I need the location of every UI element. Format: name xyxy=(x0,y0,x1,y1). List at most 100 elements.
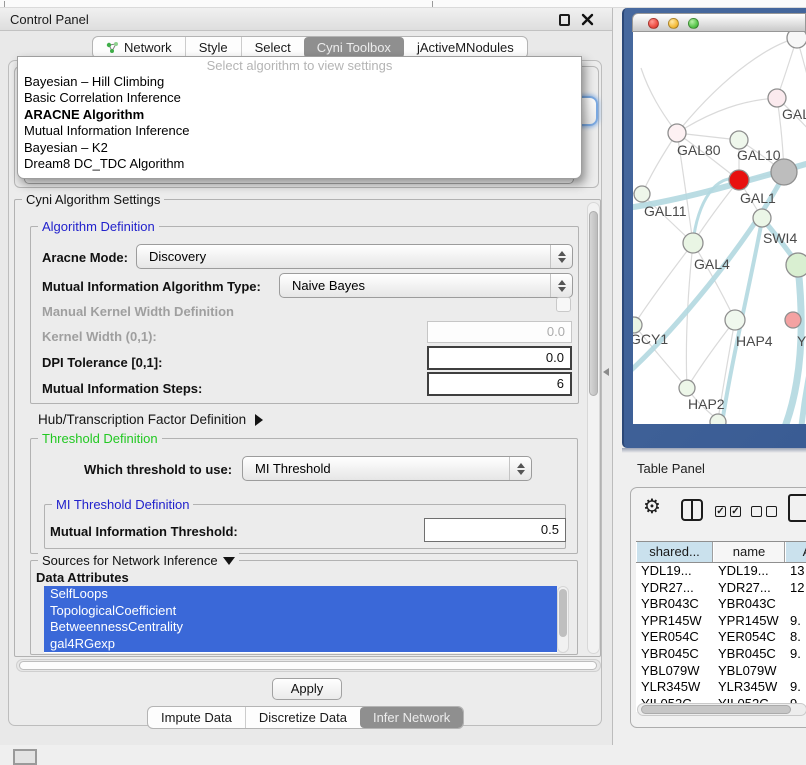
mi-threshold-definition-title: MI Threshold Definition xyxy=(52,497,193,512)
sources-group-title[interactable]: Sources for Network Inference xyxy=(38,553,239,568)
document-icon[interactable] xyxy=(788,494,806,522)
dpi-tolerance-field[interactable]: 0.0 xyxy=(427,346,572,370)
table-cell: YDL19... xyxy=(636,563,713,580)
table-row[interactable]: YBR043CYBR043C xyxy=(636,596,806,613)
bottom-left-grip-icon[interactable] xyxy=(13,749,37,765)
tab-infer-network[interactable]: Infer Network xyxy=(360,707,463,728)
select-all-checkboxes-icon[interactable]: ✓✓ xyxy=(715,506,741,517)
table-cell: YPR145W xyxy=(636,613,713,630)
data-attributes-list[interactable]: SelfLoopsTopologicalCoefficientBetweenne… xyxy=(44,586,557,653)
algorithm-dropdown-popup: Select algorithm to view settings Bayesi… xyxy=(17,56,582,179)
tab-network[interactable]: Network xyxy=(93,37,185,58)
tab-select[interactable]: Select xyxy=(241,37,304,58)
tab-label: Network xyxy=(124,40,172,55)
network-node-gal80[interactable] xyxy=(668,124,686,142)
float-window-icon[interactable] xyxy=(559,14,570,26)
top-edge-strip xyxy=(0,0,806,8)
settings-vertical-scrollbar[interactable] xyxy=(587,202,600,654)
network-node[interactable] xyxy=(786,253,806,277)
mi-algorithm-type-combo[interactable]: Naive Bayes xyxy=(279,273,573,298)
tab-cyni-toolbox[interactable]: Cyni Toolbox xyxy=(304,37,404,58)
algorithm-option-dream8-dc-tdc-algorithm[interactable]: Dream8 DC_TDC Algorithm xyxy=(18,156,581,172)
network-node-gal1[interactable] xyxy=(729,170,749,190)
zoom-traffic-light-icon[interactable] xyxy=(688,18,699,29)
algorithm-option-basic-correlation-inference[interactable]: Basic Correlation Inference xyxy=(18,90,581,106)
data-attribute-item-topologicalcoefficient[interactable]: TopologicalCoefficient xyxy=(44,603,557,620)
network-node-gal4[interactable] xyxy=(683,233,703,253)
panel-divider-grip[interactable] xyxy=(603,368,609,376)
tab-label: Discretize Data xyxy=(259,710,347,725)
table-header-row: shared...nameA xyxy=(636,541,806,563)
attributes-list-scroll-thumb[interactable] xyxy=(559,589,567,637)
table-header-cell-shared[interactable]: shared... xyxy=(636,542,713,562)
network-node-label: GAL4 xyxy=(694,256,730,272)
algorithm-dropdown-placeholder: Select algorithm to view settings xyxy=(18,57,581,74)
network-edge[interactable] xyxy=(642,133,677,194)
table-row[interactable]: YDR27...YDR27...12 xyxy=(636,580,806,597)
mi-threshold-field[interactable]: 0.5 xyxy=(424,518,566,542)
network-node-hap2[interactable] xyxy=(679,380,695,396)
table-horizontal-scroll-thumb[interactable] xyxy=(641,705,791,714)
data-attribute-item-selfloops[interactable]: SelfLoops xyxy=(44,586,557,603)
data-attribute-item-betweennesscentrality[interactable]: BetweennessCentrality xyxy=(44,619,557,636)
kernel-width-field: 0.0 xyxy=(427,321,572,343)
manual-kernel-checkbox xyxy=(556,297,571,312)
algorithm-option-mutual-information-inference[interactable]: Mutual Information Inference xyxy=(18,123,581,139)
network-node[interactable] xyxy=(787,32,806,48)
network-node-y[interactable] xyxy=(785,312,801,328)
apply-button[interactable]: Apply xyxy=(272,678,342,700)
table-row[interactable]: YDL19...YDL19...13 xyxy=(636,563,806,580)
tab-discretize-data[interactable]: Discretize Data xyxy=(245,707,360,728)
network-node[interactable] xyxy=(710,414,726,424)
table-row[interactable]: YLR345WYLR345W9. xyxy=(636,679,806,696)
mi-steps-field[interactable]: 6 xyxy=(427,372,572,396)
network-node-gal11[interactable] xyxy=(634,186,650,202)
table-row[interactable]: YER054CYER054C8. xyxy=(636,629,806,646)
network-node-gal[interactable] xyxy=(768,89,786,107)
close-icon[interactable] xyxy=(581,13,594,26)
table-body: YDL19...YDL19...13YDR27...YDR27...12YBR0… xyxy=(636,563,806,712)
table-row[interactable]: YBL079WYBL079W xyxy=(636,663,806,680)
network-canvas[interactable]: GALGAL80GAL10GAL1GAL11SWI4GAL4HAP4YGCY1H… xyxy=(633,32,806,424)
tab-jactivemnodules[interactable]: jActiveMNodules xyxy=(404,37,527,58)
columns-icon[interactable] xyxy=(681,499,703,521)
settings-horizontal-scroll-thumb[interactable] xyxy=(19,661,597,670)
expand-right-arrow-icon xyxy=(255,414,263,426)
table-cell: 9. xyxy=(785,646,806,663)
hub-definition-expander[interactable]: Hub/Transcription Factor Definition xyxy=(38,412,263,427)
deselect-all-checkboxes-icon[interactable] xyxy=(751,506,777,517)
tab-impute-data[interactable]: Impute Data xyxy=(148,707,245,728)
which-threshold-combo[interactable]: MI Threshold xyxy=(242,456,532,481)
network-edge[interactable] xyxy=(686,243,693,388)
attributes-list-scrollbar[interactable] xyxy=(557,586,569,653)
algorithm-option-aracne-algorithm[interactable]: ARACNE Algorithm xyxy=(18,107,581,123)
network-node-hap4[interactable] xyxy=(725,310,745,330)
tab-style[interactable]: Style xyxy=(185,37,241,58)
top-tick xyxy=(4,1,5,7)
network-edge[interactable] xyxy=(641,68,677,133)
data-attribute-item-gal4rgexp[interactable]: gal4RGexp xyxy=(44,636,557,653)
which-threshold-label: Which threshold to use: xyxy=(84,462,232,477)
minimize-traffic-light-icon[interactable] xyxy=(668,18,679,29)
table-cell: YLR345W xyxy=(636,679,713,696)
table-row[interactable]: YBR045CYBR045C9. xyxy=(636,646,806,663)
network-edge[interactable] xyxy=(677,38,797,133)
network-node-label: GAL80 xyxy=(677,142,721,158)
table-header-cell-a[interactable]: A xyxy=(785,542,806,562)
table-header-cell-name[interactable]: name xyxy=(713,542,785,562)
table-row[interactable]: YPR145WYPR145W9. xyxy=(636,613,806,630)
gear-icon[interactable]: ⚙ xyxy=(643,496,661,518)
close-traffic-light-icon[interactable] xyxy=(648,18,659,29)
algorithm-option-bayesian-hill-climbing[interactable]: Bayesian – Hill Climbing xyxy=(18,74,581,90)
algorithm-option-bayesian-k2[interactable]: Bayesian – K2 xyxy=(18,140,581,156)
network-edge[interactable] xyxy=(687,320,735,388)
table-cell: YBL079W xyxy=(713,663,785,680)
settings-horizontal-scrollbar[interactable] xyxy=(16,659,601,672)
network-node-swi4[interactable] xyxy=(753,209,771,227)
table-cell: 12 xyxy=(785,580,806,597)
settings-vertical-scroll-thumb[interactable] xyxy=(589,211,598,396)
table-horizontal-scrollbar[interactable] xyxy=(637,703,806,716)
threshold-definition-title: Threshold Definition xyxy=(38,431,162,446)
combo-arrows-icon xyxy=(550,245,572,268)
aracne-mode-combo[interactable]: Discovery xyxy=(136,244,573,269)
